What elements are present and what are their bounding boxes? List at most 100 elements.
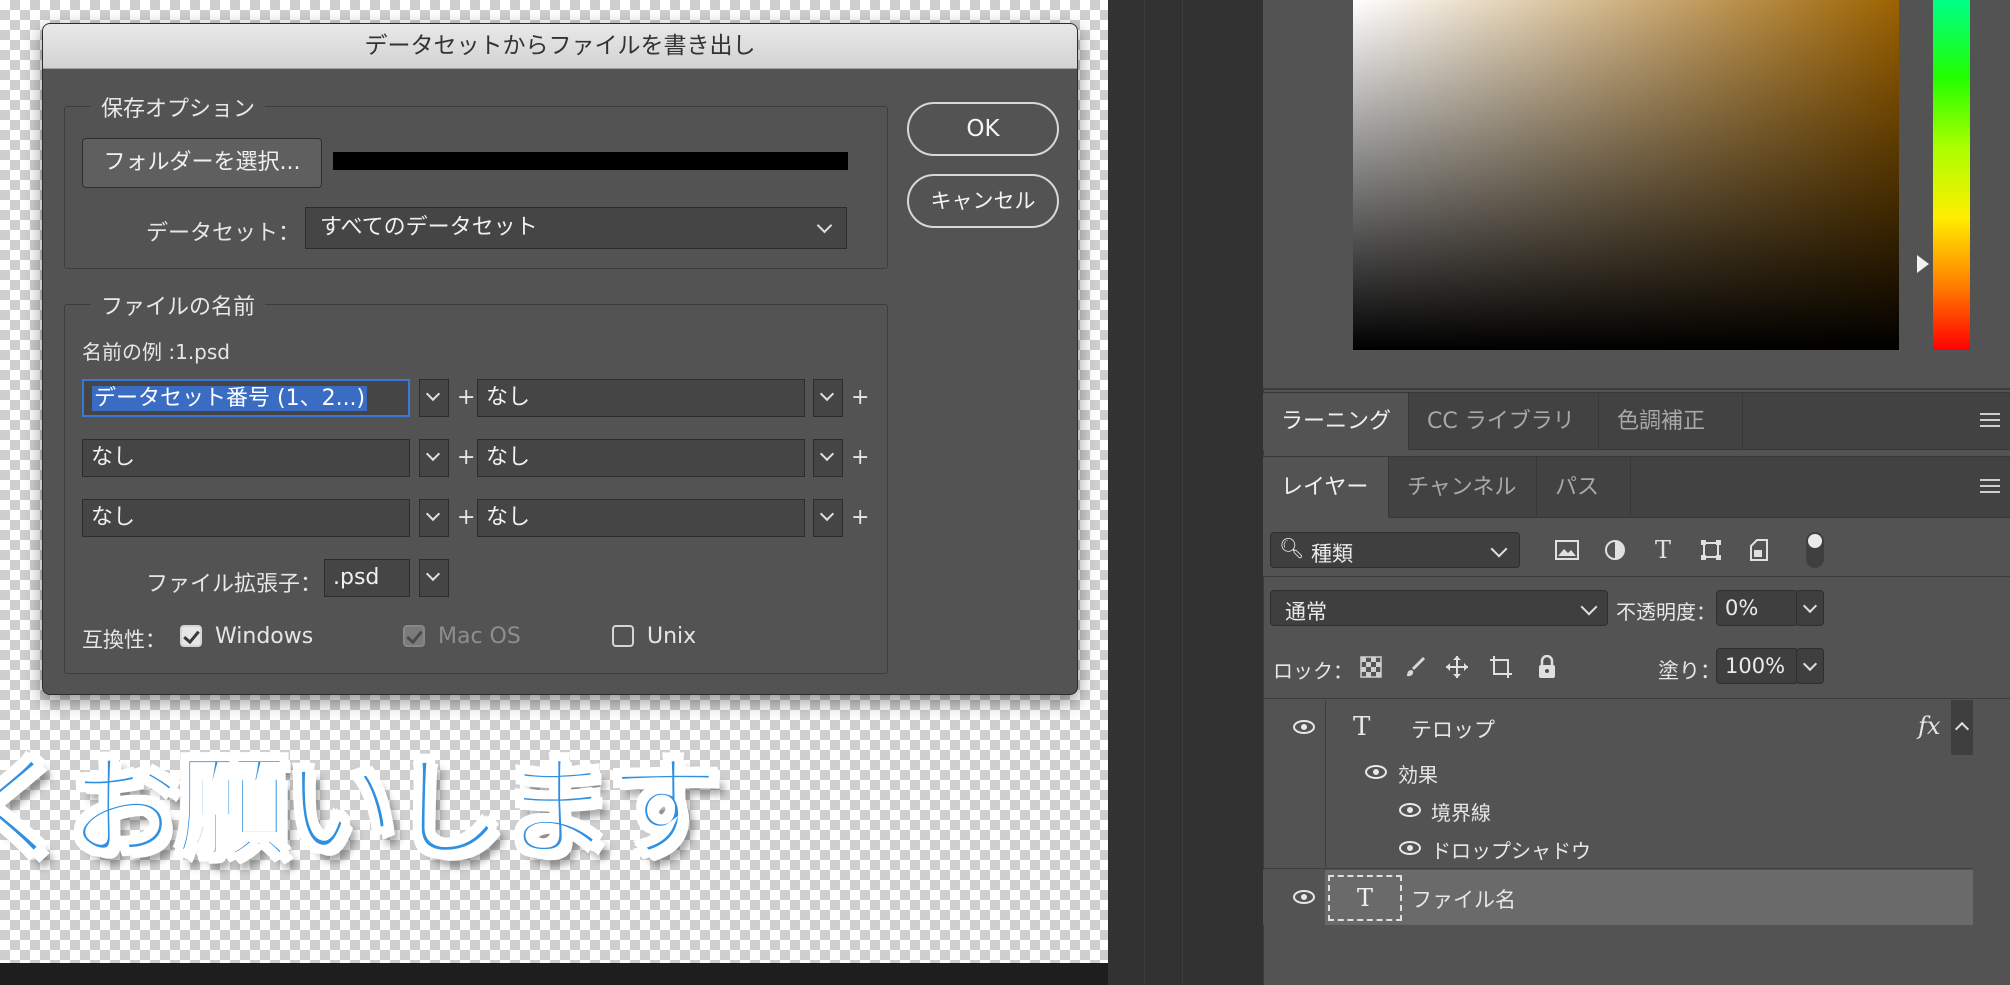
unix-checkbox[interactable] — [612, 625, 634, 647]
chevron-down-icon — [819, 446, 835, 462]
name-example-label: 名前の例 :1.psd — [82, 340, 230, 364]
compatibility-label: 互換性： — [82, 628, 166, 652]
tab-layers[interactable]: レイヤー — [1263, 457, 1389, 518]
dataset-select[interactable]: すべてのデータセット — [305, 207, 847, 249]
lock-artboard-icon[interactable] — [1486, 652, 1516, 682]
adjustment-filter-icon[interactable] — [1600, 535, 1630, 565]
chevron-down-icon — [425, 506, 441, 522]
tab-adjustments[interactable]: 色調補正 — [1599, 393, 1743, 450]
extension-value: .psd — [333, 565, 380, 590]
layers-tabbar: レイヤー チャンネル パス — [1263, 456, 2010, 518]
dialog-title[interactable]: データセットからファイルを書き出し — [43, 24, 1077, 69]
gutter-divider — [1144, 0, 1145, 985]
name-part-2-field[interactable]: なし — [477, 379, 805, 417]
layer-name: テロップ — [1411, 718, 1495, 742]
lock-all-icon[interactable] — [1532, 652, 1562, 682]
name-part-6-field[interactable]: なし — [477, 499, 805, 537]
eye-icon[interactable] — [1293, 890, 1315, 904]
text-layer-thumbnail-icon: T — [1328, 875, 1402, 921]
eye-icon[interactable] — [1399, 841, 1421, 855]
layer-row-filename[interactable]: T ファイル名 — [1263, 870, 1973, 925]
name-part-1-dropdown[interactable] — [419, 379, 449, 417]
plus-sign: + — [457, 385, 476, 410]
save-options-legend: 保存オプション — [91, 91, 266, 123]
plus-sign: + — [851, 445, 870, 470]
hue-slider-handle[interactable] — [1917, 255, 1929, 273]
fill-dropdown[interactable] — [1796, 648, 1824, 684]
chevron-down-icon — [1490, 540, 1508, 558]
learning-tabbar: ラーニング CC ライブラリ 色調補正 — [1263, 392, 2010, 450]
lock-transparent-icon[interactable] — [1356, 652, 1386, 682]
canvas-bottom-bar — [0, 963, 1108, 985]
plus-sign: + — [457, 445, 476, 470]
redacted-folder-path — [333, 152, 848, 170]
name-part-6-dropdown[interactable] — [813, 499, 843, 537]
color-saturation-field[interactable] — [1353, 0, 1899, 350]
dataset-value: すべてのデータセット — [320, 215, 538, 240]
panel-menu-icon[interactable] — [1980, 413, 2000, 429]
chevron-down-icon — [819, 386, 835, 402]
windows-checkbox[interactable] — [180, 625, 202, 647]
ok-button[interactable]: OK — [907, 102, 1059, 156]
name-part-2-value: なし — [486, 385, 531, 410]
dataset-label: データセット： — [146, 221, 301, 246]
name-part-3-field[interactable]: なし — [82, 439, 410, 477]
collapse-effects-button[interactable] — [1951, 700, 1973, 755]
cancel-button[interactable]: キャンセル — [907, 174, 1059, 228]
macos-checkbox — [403, 625, 425, 647]
lock-label: ロック： — [1273, 659, 1353, 683]
plus-sign: + — [851, 505, 870, 530]
plus-sign: + — [851, 385, 870, 410]
fx-icon[interactable]: fx — [1918, 712, 1940, 740]
panel-menu-icon[interactable] — [1980, 479, 2000, 495]
type-filter-icon[interactable]: T — [1648, 535, 1678, 565]
eye-icon[interactable] — [1399, 803, 1421, 817]
blend-mode-select[interactable]: 通常 — [1270, 590, 1608, 626]
export-datasets-dialog: データセットからファイルを書き出し 保存オプション フォルダーを選択... デー… — [42, 23, 1078, 695]
name-part-5-field[interactable]: なし — [82, 499, 410, 537]
name-part-2-dropdown[interactable] — [813, 379, 843, 417]
name-part-4-field[interactable]: なし — [477, 439, 805, 477]
layer-row-telop[interactable]: T テロップ fx 効果 境界線 ドロップシャドウ — [1263, 700, 1973, 869]
text-layer-icon: T — [1353, 712, 1371, 742]
name-part-1-field[interactable]: データセット番号 (1、2...) — [82, 379, 410, 417]
tab-channels[interactable]: チャンネル — [1389, 457, 1537, 518]
panel-divider — [1263, 698, 2010, 699]
shape-filter-icon[interactable] — [1696, 535, 1726, 565]
select-folder-button[interactable]: フォルダーを選択... — [82, 138, 322, 188]
eye-icon[interactable] — [1365, 765, 1387, 779]
extension-field[interactable]: .psd — [324, 559, 410, 597]
tab-paths[interactable]: パス — [1537, 457, 1631, 518]
plus-sign: + — [457, 505, 476, 530]
chevron-down-icon — [425, 386, 441, 402]
tab-cc-libraries[interactable]: CC ライブラリ — [1409, 393, 1599, 450]
windows-label: Windows — [215, 624, 314, 649]
fill-label: 塗り： — [1658, 659, 1721, 683]
lock-brush-icon[interactable] — [1400, 652, 1430, 682]
filter-kind-select[interactable]: 🔍︎ 種類 — [1270, 532, 1520, 568]
eye-icon[interactable] — [1293, 720, 1315, 734]
extension-dropdown[interactable] — [419, 559, 449, 597]
name-part-3-dropdown[interactable] — [419, 439, 449, 477]
filter-toggle[interactable] — [1806, 532, 1824, 568]
name-part-5-value: なし — [91, 505, 136, 530]
chevron-down-icon — [816, 217, 833, 234]
macos-label: Mac OS — [438, 624, 521, 649]
opacity-input[interactable]: 0% — [1716, 590, 1798, 626]
name-part-5-dropdown[interactable] — [419, 499, 449, 537]
opacity-dropdown[interactable] — [1796, 590, 1824, 626]
smart-object-filter-icon[interactable] — [1744, 535, 1774, 565]
chevron-down-icon — [1802, 656, 1818, 672]
fill-value: 100% — [1725, 654, 1786, 678]
panel-divider — [1263, 388, 2010, 390]
name-part-4-dropdown[interactable] — [813, 439, 843, 477]
extension-label: ファイル拡張子： — [146, 572, 323, 597]
opacity-value: 0% — [1725, 596, 1759, 620]
image-filter-icon[interactable] — [1552, 535, 1582, 565]
chevron-down-icon — [1580, 598, 1598, 616]
tab-learning[interactable]: ラーニング — [1263, 393, 1409, 450]
hue-slider[interactable] — [1933, 0, 1970, 350]
lock-move-icon[interactable] — [1442, 652, 1472, 682]
fill-input[interactable]: 100% — [1716, 648, 1798, 684]
file-name-legend: ファイルの名前 — [91, 289, 266, 321]
